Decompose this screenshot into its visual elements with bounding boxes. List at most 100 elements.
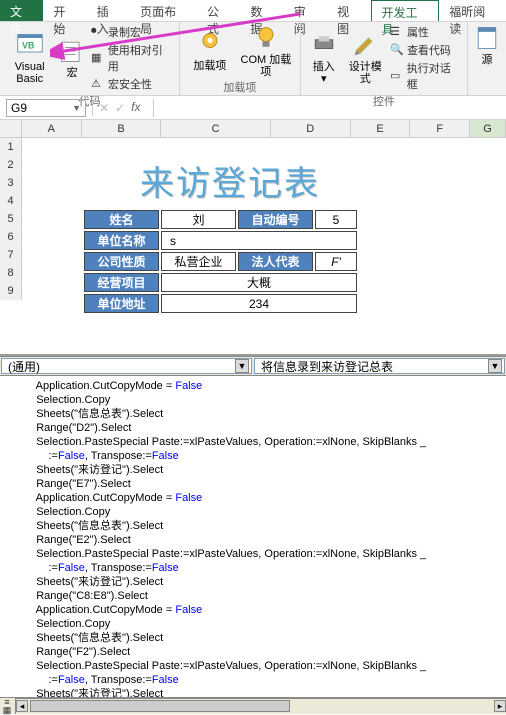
record-icon: ⏺ [91,25,105,39]
record-macro-button[interactable]: ⏺录制宏 [91,24,173,40]
cell-legal-rep[interactable]: F' [315,252,357,271]
relative-ref-icon: ▦ [91,51,105,65]
vba-horizontal-scrollbar[interactable]: ◂ ▸ [16,698,506,714]
security-icon: ⚠ [91,77,105,91]
tab-data[interactable]: 数据 [240,0,283,21]
tab-foxit[interactable]: 福昕阅读 [439,0,506,21]
col-header-C[interactable]: C [161,120,271,138]
run-dialog-button[interactable]: ▭执行对话框 [390,60,461,92]
com-addins-button[interactable]: COM 加载项 [238,24,294,78]
col-header-B[interactable]: B [82,120,162,138]
formula-input[interactable] [153,99,500,117]
enter-icon: ✓ [115,101,125,115]
vba-object-combo[interactable]: (通用) ▼ [1,358,252,374]
formula-bar: G9 ▼ ✕ ✓ fx [0,96,506,120]
col-header-A[interactable]: A [22,120,82,138]
addins-label: 加载项 [193,60,226,72]
col-header-D[interactable]: D [271,120,351,138]
row-header-8[interactable]: 8 [0,264,22,282]
vba-view-buttons[interactable]: ≡▦ [0,698,16,714]
dropdown-arrow-icon[interactable]: ▼ [488,359,502,373]
sheet-title: 来访登记表 [140,156,320,205]
name-box-dropdown-icon[interactable]: ▼ [72,103,81,113]
fx-button[interactable]: fx [131,100,147,116]
macros-label: 宏 [67,67,78,79]
label-auto-id: 自动编号 [238,210,313,229]
select-all-corner[interactable] [0,120,22,138]
vba-combo-row: (通用) ▼ 将信息录到来访登记总表 ▼ [0,356,506,376]
label-company-type: 公司性质 [84,252,159,271]
label-business: 经营项目 [84,273,159,292]
tab-home[interactable]: 开始 [43,0,86,21]
vba-procedure-combo[interactable]: 将信息录到来访登记总表 ▼ [254,358,505,374]
cancel-icon: ✕ [99,101,109,115]
insert-control-label: 插入▾ [313,61,335,85]
tab-formula[interactable]: 公式 [197,0,240,21]
label-name: 姓名 [84,210,159,229]
svg-text:VB: VB [22,41,34,51]
addins-button[interactable]: 加载项 [186,24,234,78]
source-label: 源 [482,54,493,66]
vba-bottom-bar: ≡▦ ◂ ▸ [0,698,506,714]
run-dialog-icon: ▭ [390,69,404,83]
group-xml: 源 [468,22,506,95]
row-header-6[interactable]: 6 [0,228,22,246]
group-addins: 加载项 COM 加载项 加载项 [180,22,301,95]
column-headers: A B C D E F G [0,120,506,138]
source-button[interactable]: 源 [474,24,500,66]
row-header-5[interactable]: 5 [0,210,22,228]
cell-address[interactable]: 234 [161,294,357,313]
tab-review[interactable]: 审阅 [284,0,327,21]
scroll-right-icon[interactable]: ▸ [494,700,506,712]
name-box[interactable]: G9 ▼ [6,99,86,117]
cell-business[interactable]: 大概 [161,273,357,292]
row-header-4[interactable]: 4 [0,192,22,210]
row-header-2[interactable]: 2 [0,156,22,174]
properties-icon: ☰ [390,25,404,39]
addins-icon [196,30,224,58]
dropdown-arrow-icon[interactable]: ▼ [235,359,249,373]
cell-org-name[interactable]: s [161,231,357,250]
properties-button[interactable]: ☰属性 [390,24,461,40]
row-header-1[interactable]: 1 [0,138,22,156]
col-header-G[interactable]: G [470,120,506,138]
insert-control-button[interactable]: 插入▾ [307,24,341,92]
cell-name[interactable]: 刘 [161,210,236,229]
design-mode-button[interactable]: 设计模式 [344,24,385,92]
tab-layout[interactable]: 页面布局 [130,0,197,21]
row-header-3[interactable]: 3 [0,174,22,192]
col-header-E[interactable]: E [351,120,411,138]
row-header-9[interactable]: 9 [0,282,22,300]
view-code-button[interactable]: 🔍查看代码 [390,42,461,58]
visitor-form-table: 姓名 刘 自动编号 5 单位名称 s 公司性质 私营企业 法人代表 F' 经营项… [82,208,359,315]
visual-basic-label: Visual Basic [6,61,53,85]
scroll-left-icon[interactable]: ◂ [16,700,28,712]
scrollbar-thumb[interactable] [30,700,290,712]
cell-auto-id[interactable]: 5 [315,210,357,229]
row-header-7[interactable]: 7 [0,246,22,264]
label-address: 单位地址 [84,294,159,313]
label-legal-rep: 法人代表 [238,252,313,271]
visual-basic-button[interactable]: VB Visual Basic [6,24,53,92]
com-addins-icon [252,24,280,52]
design-mode-icon [351,31,379,59]
tab-file[interactable]: 文件 [0,0,43,21]
tab-developer[interactable]: 开发工具 [371,0,440,21]
design-mode-label: 设计模式 [344,61,385,85]
spreadsheet: A B C D E F G 1 2 3 4 5 6 7 8 9 来访登记表 姓名… [0,120,506,356]
cell-company-type[interactable]: 私营企业 [161,252,236,271]
relative-ref-button[interactable]: ▦使用相对引用 [91,42,173,74]
label-org-name: 单位名称 [84,231,159,250]
ribbon-tabs: 文件 开始 插入 页面布局 公式 数据 审阅 视图 开发工具 福昕阅读 [0,0,506,22]
tab-insert[interactable]: 插入 [87,0,130,21]
col-header-F[interactable]: F [410,120,470,138]
macro-security-button[interactable]: ⚠宏安全性 [91,76,173,92]
insert-control-icon [310,31,338,59]
cell-reference: G9 [11,101,27,115]
view-code-icon: 🔍 [390,43,404,57]
macros-button[interactable]: 宏 [57,24,87,92]
vba-code-editor[interactable]: Application.CutCopyMode = False Selectio… [0,376,506,698]
tab-view[interactable]: 视图 [327,0,370,21]
vba-procedure-value: 将信息录到来访登记总表 [261,358,393,375]
visual-basic-icon: VB [16,31,44,59]
